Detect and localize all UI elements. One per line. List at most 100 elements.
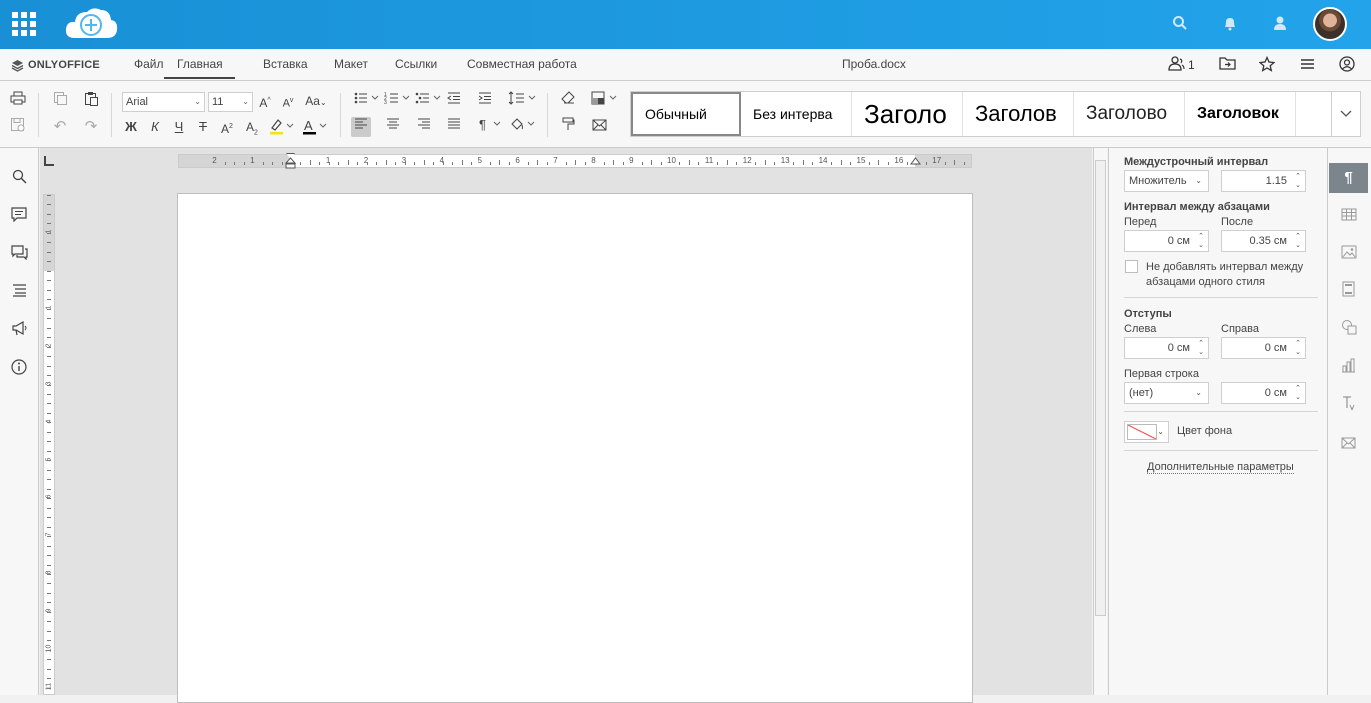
- navigation-icon[interactable]: [10, 283, 28, 301]
- text-art-settings-icon[interactable]: [1329, 391, 1368, 421]
- mail-merge-icon[interactable]: [589, 117, 609, 137]
- first-line-input[interactable]: 0 см ⌃ ⌄: [1221, 382, 1306, 404]
- style-no-spacing[interactable]: Без интерва: [741, 92, 852, 136]
- spin-down-icon[interactable]: ⌄: [1295, 394, 1301, 402]
- spin-down-icon[interactable]: ⌄: [1198, 349, 1204, 357]
- feedback-icon[interactable]: [10, 320, 28, 339]
- decrease-indent-icon[interactable]: [444, 91, 464, 111]
- italic-icon[interactable]: К: [145, 117, 165, 137]
- spacing-after-input[interactable]: 0.35 см ⌃ ⌄: [1221, 230, 1306, 252]
- tab-insert[interactable]: Вставка: [263, 57, 308, 71]
- bullet-list-icon[interactable]: [352, 91, 380, 111]
- favorite-star-icon[interactable]: [1258, 55, 1276, 74]
- left-indent-marker[interactable]: [285, 155, 296, 169]
- open-location-icon[interactable]: [1218, 56, 1236, 74]
- spin-down-icon[interactable]: ⌄: [1295, 349, 1301, 357]
- align-center-icon[interactable]: [383, 117, 403, 137]
- chat-icon[interactable]: [10, 245, 28, 263]
- save-icon[interactable]: [8, 117, 28, 137]
- users-button[interactable]: 1: [1168, 56, 1196, 74]
- advanced-settings-link[interactable]: Дополнительные параметры: [1147, 461, 1294, 474]
- bold-icon[interactable]: Ж: [121, 117, 141, 137]
- numbered-list-icon[interactable]: 123: [383, 91, 411, 111]
- style-heading-4[interactable]: Заголовок: [1185, 92, 1296, 136]
- vertical-scrollbar[interactable]: [1093, 148, 1107, 695]
- spin-up-icon[interactable]: ⌃: [1295, 385, 1301, 393]
- nonprinting-chars-icon[interactable]: ¶: [476, 117, 504, 137]
- document-page[interactable]: [177, 193, 973, 703]
- clear-style-icon[interactable]: [558, 91, 578, 111]
- line-spacing-input[interactable]: 1.15 ⌃ ⌄: [1221, 170, 1306, 192]
- tab-home[interactable]: Главная: [164, 57, 235, 79]
- style-heading-2[interactable]: Заголов: [963, 92, 1074, 136]
- paragraph-settings-icon[interactable]: ¶: [1329, 163, 1368, 193]
- tab-layout[interactable]: Макет: [334, 57, 368, 71]
- line-spacing-mode-select[interactable]: Множитель ⌄: [1124, 170, 1209, 192]
- copy-icon[interactable]: [50, 91, 70, 111]
- font-size-combo[interactable]: 11 ⌄: [208, 92, 253, 112]
- user-icon[interactable]: [1271, 15, 1289, 33]
- table-settings-icon[interactable]: [1329, 201, 1368, 231]
- justify-icon[interactable]: [444, 117, 464, 137]
- spin-down-icon[interactable]: ⌄: [1295, 182, 1301, 190]
- mail-merge-settings-icon[interactable]: [1329, 429, 1368, 459]
- spacing-before-input[interactable]: 0 см ⌃ ⌄: [1124, 230, 1209, 252]
- underline-icon[interactable]: Ч: [169, 117, 189, 137]
- decrease-font-icon[interactable]: Av: [278, 91, 298, 111]
- font-name-combo[interactable]: Arial ⌄: [122, 92, 205, 112]
- indent-right-input[interactable]: 0 см ⌃ ⌄: [1221, 337, 1306, 359]
- vertical-ruler[interactable]: 1 1 2 3 4 5 6 7 8 9 10 11: [43, 194, 55, 695]
- style-normal[interactable]: Обычный: [631, 92, 741, 136]
- no-spacing-same-style-checkbox[interactable]: [1125, 260, 1138, 273]
- document-workspace[interactable]: 2 1 1 2 3 4 5 6 7 8 9 10 11 12 13 14 15 16 17 1 1 2 3 4 5 6 7 8 9 10…: [40, 148, 1092, 703]
- right-indent-marker[interactable]: [910, 155, 921, 166]
- paste-icon[interactable]: [81, 91, 101, 111]
- increase-font-icon[interactable]: A^: [255, 91, 275, 111]
- color-scheme-icon[interactable]: [590, 91, 620, 111]
- shape-settings-icon[interactable]: [1329, 315, 1368, 345]
- search-icon[interactable]: [10, 169, 28, 187]
- align-left-icon[interactable]: [351, 117, 371, 137]
- indent-left-input[interactable]: 0 см ⌃ ⌄: [1124, 337, 1209, 359]
- apps-grid-icon[interactable]: [11, 11, 37, 37]
- multilevel-list-icon[interactable]: [414, 91, 442, 111]
- cloud-logo[interactable]: [63, 4, 119, 44]
- tab-references[interactable]: Ссылки: [395, 57, 437, 71]
- highlight-color-icon[interactable]: [267, 117, 295, 137]
- paragraph-shading-icon[interactable]: [508, 117, 536, 137]
- background-color-button[interactable]: ⌄: [1124, 421, 1169, 443]
- redo-icon[interactable]: ↷: [81, 117, 101, 137]
- style-heading-1[interactable]: Заголо: [852, 92, 963, 136]
- avatar[interactable]: [1313, 7, 1347, 41]
- spin-down-icon[interactable]: ⌄: [1295, 242, 1301, 250]
- horizontal-ruler[interactable]: 2 1 1 2 3 4 5 6 7 8 9 10 11 12 13 14 15 16 17: [178, 153, 972, 169]
- first-line-mode-select[interactable]: (нет) ⌄: [1124, 382, 1209, 404]
- chart-settings-icon[interactable]: [1329, 353, 1368, 383]
- spin-down-icon[interactable]: ⌄: [1198, 242, 1204, 250]
- spin-up-icon[interactable]: ⌃: [1295, 173, 1301, 181]
- strikethrough-icon[interactable]: T: [193, 117, 213, 137]
- font-color-icon[interactable]: A: [300, 117, 328, 137]
- tab-file[interactable]: Файл: [134, 57, 164, 71]
- header-footer-icon[interactable]: [1329, 277, 1368, 307]
- print-icon[interactable]: [8, 91, 28, 111]
- copy-style-icon[interactable]: [558, 117, 578, 137]
- align-right-icon[interactable]: [414, 117, 434, 137]
- superscript-icon[interactable]: A2: [217, 117, 237, 137]
- spin-up-icon[interactable]: ⌃: [1198, 233, 1204, 241]
- increase-indent-icon[interactable]: [475, 91, 495, 111]
- search-icon[interactable]: [1171, 15, 1189, 33]
- tab-collaboration[interactable]: Совместная работа: [467, 57, 577, 71]
- comments-icon[interactable]: [10, 207, 28, 225]
- image-settings-icon[interactable]: [1329, 239, 1368, 269]
- scrollbar-thumb[interactable]: [1095, 160, 1106, 616]
- style-heading-3[interactable]: Заголово: [1074, 92, 1185, 136]
- undo-icon[interactable]: ↶: [50, 117, 70, 137]
- account-icon[interactable]: [1338, 56, 1356, 74]
- subscript-icon[interactable]: A2: [242, 117, 262, 137]
- line-spacing-icon[interactable]: [507, 91, 537, 111]
- about-info-icon[interactable]: [10, 359, 28, 377]
- spin-up-icon[interactable]: ⌃: [1295, 340, 1301, 348]
- spin-up-icon[interactable]: ⌃: [1295, 233, 1301, 241]
- bell-icon[interactable]: [1221, 15, 1239, 33]
